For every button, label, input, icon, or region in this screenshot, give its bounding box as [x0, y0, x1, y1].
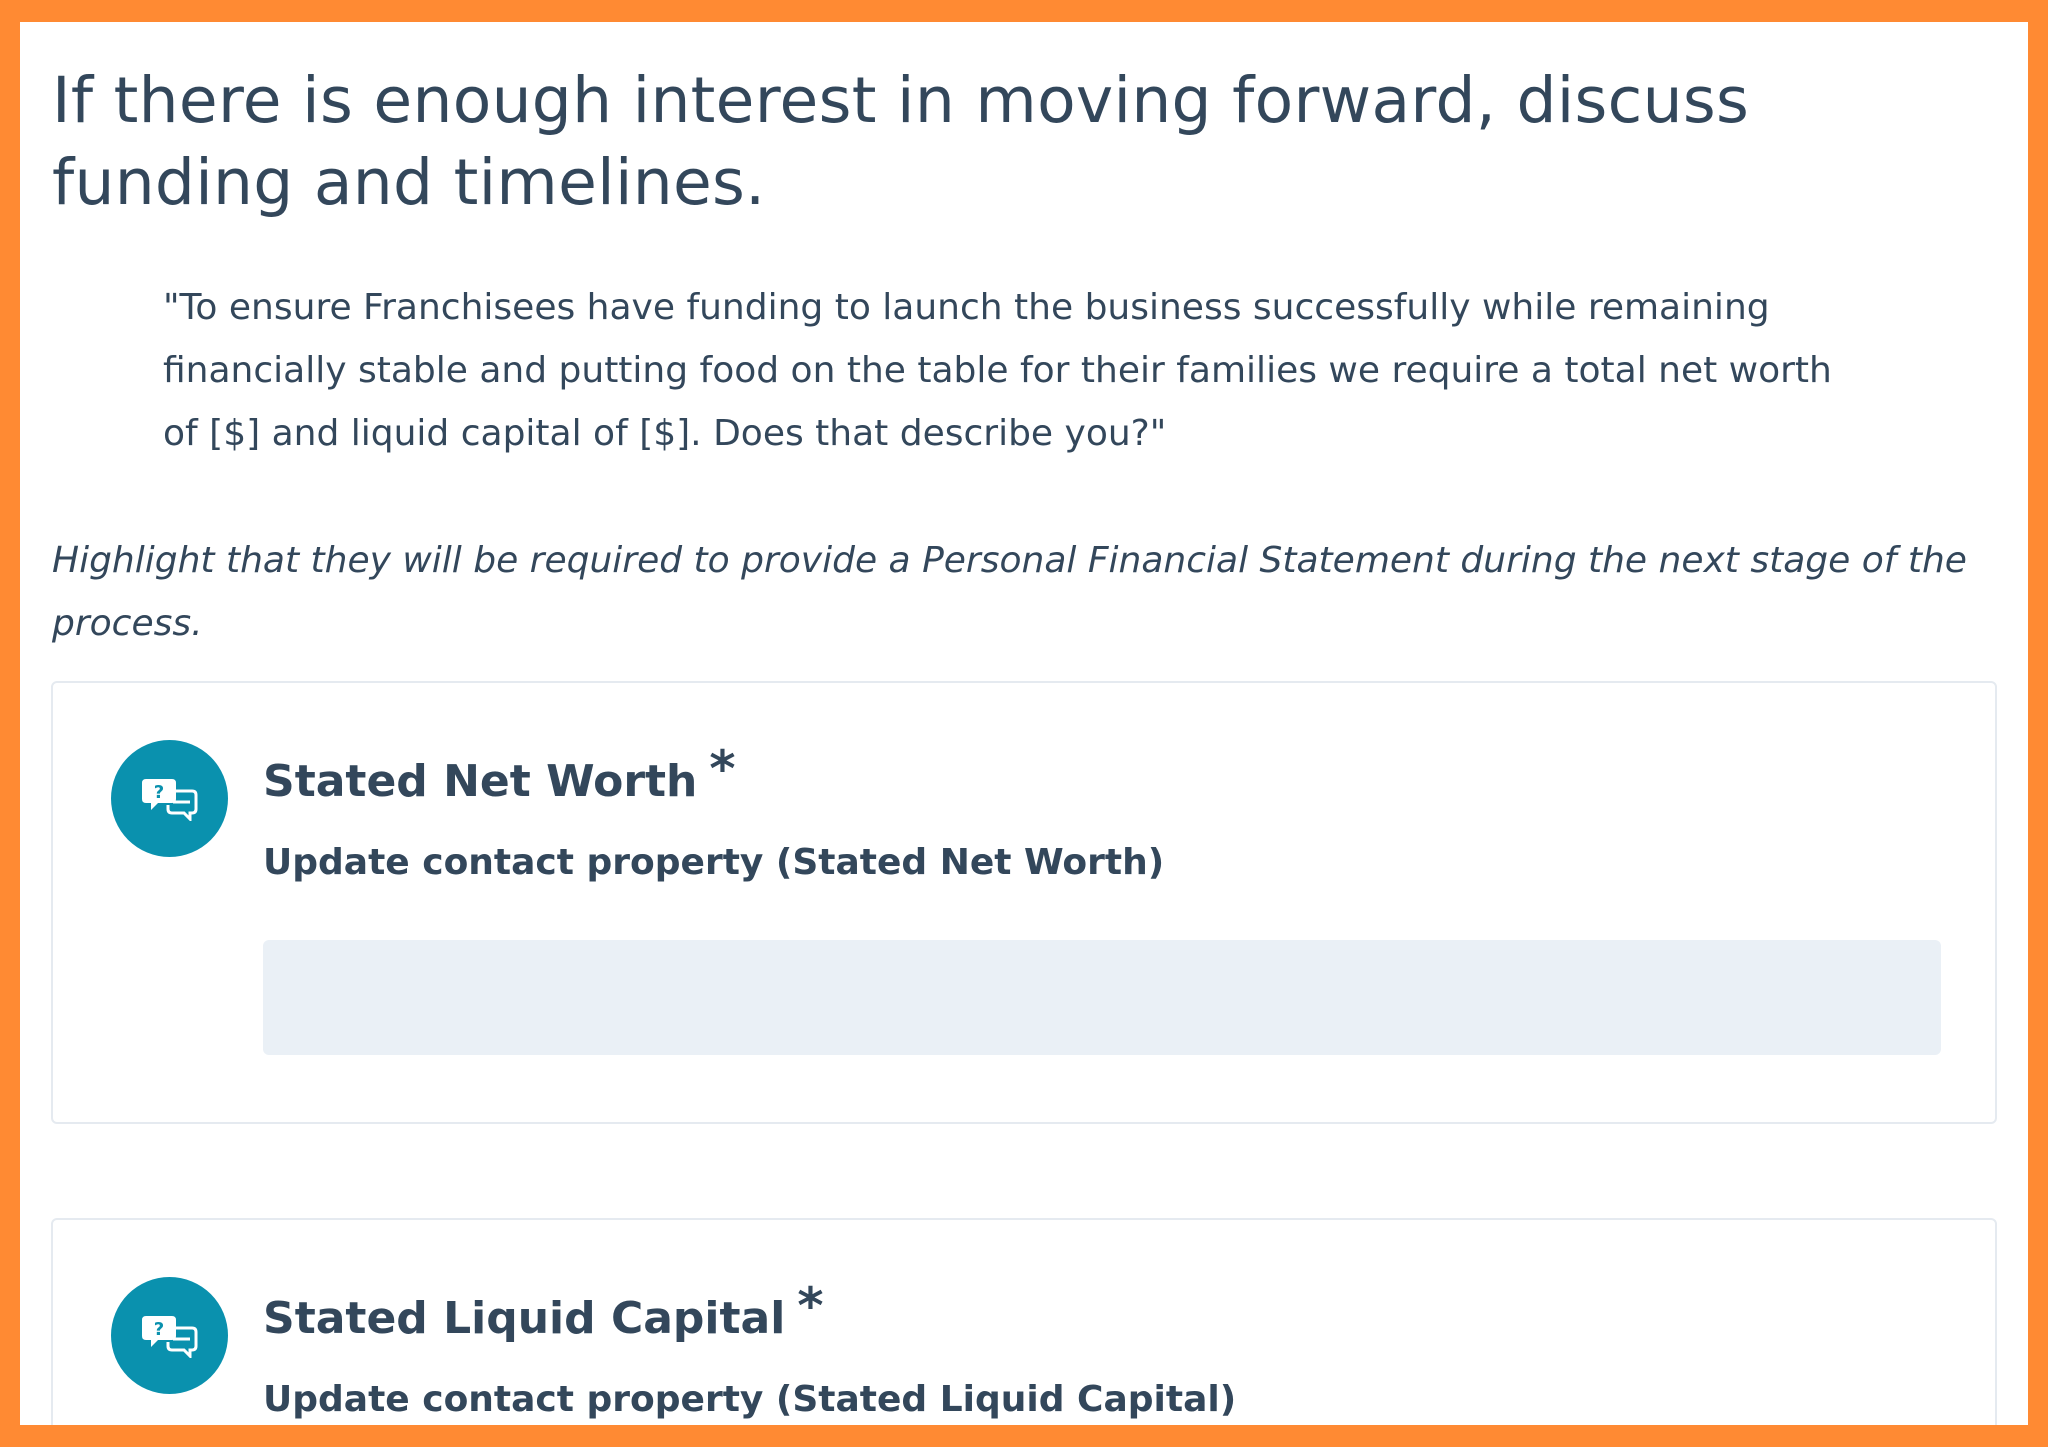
question-chat-icon: ?: [111, 1277, 228, 1394]
required-asterisk: *: [797, 1277, 824, 1335]
question-subtitle: Update contact property (Stated Net Wort…: [263, 842, 1165, 883]
net-worth-input[interactable]: [263, 940, 1941, 1055]
question-subtitle: Update contact property (Stated Liquid C…: [263, 1379, 1237, 1420]
question-card-liquid-capital: ? Stated Liquid Capital * Update contact …: [51, 1218, 1997, 1425]
section-heading: If there is enough interest in moving fo…: [52, 64, 1750, 219]
question-title: Stated Net Worth *: [263, 740, 736, 807]
svg-text:?: ?: [153, 782, 163, 803]
script-quote: "To ensure Franchisees have funding to l…: [163, 287, 1832, 454]
playbook-content: If there is enough interest in moving fo…: [20, 22, 2028, 1425]
question-card-net-worth: ? Stated Net Worth * Update contact prope…: [51, 681, 1997, 1124]
instruction-note: Highlight that they will be required to …: [52, 540, 1967, 644]
required-asterisk: *: [709, 740, 736, 798]
question-chat-icon: ?: [111, 740, 228, 857]
highlight-frame: If there is enough interest in moving fo…: [0, 0, 2048, 1447]
svg-text:?: ?: [153, 1319, 163, 1340]
question-title: Stated Liquid Capital *: [263, 1277, 824, 1344]
